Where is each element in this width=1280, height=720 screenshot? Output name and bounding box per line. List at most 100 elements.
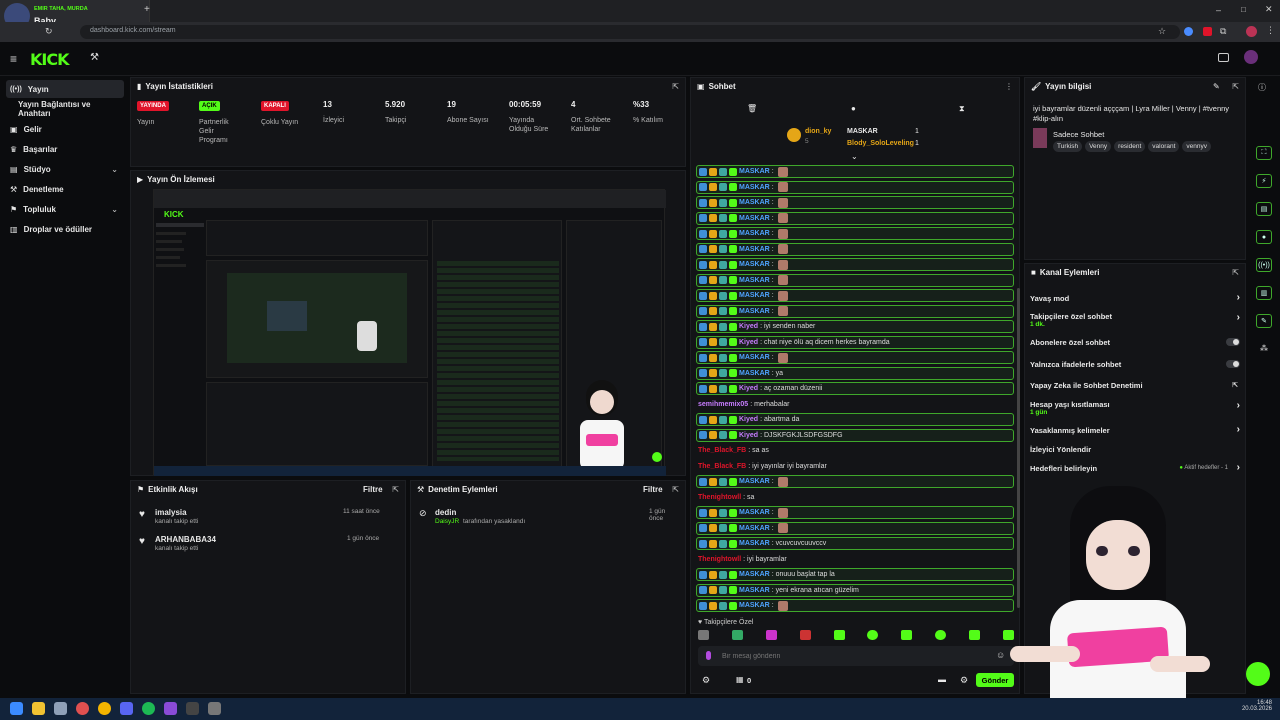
chat-message[interactable]: MASKAR: xyxy=(696,506,1014,519)
sidebar-item-achievements[interactable]: ♛ Başarılar xyxy=(6,140,124,158)
action-subscribers-only[interactable]: Abonelere özel sohbet xyxy=(1030,338,1240,347)
chat-username[interactable]: MASKAR xyxy=(739,215,770,222)
emote-icon[interactable] xyxy=(901,630,913,640)
action-emotes-only[interactable]: Yalnızca ifadelerle sohbet xyxy=(1030,360,1240,369)
chat-bubble-icon[interactable]: ▬ xyxy=(938,675,946,684)
sidebar-item-community[interactable]: ⚑ Topluluk ⌄ xyxy=(6,200,124,218)
chat-username[interactable]: Kiyed xyxy=(739,416,758,423)
chat-message[interactable]: Thenightowll: sa xyxy=(696,491,1014,504)
chat-message[interactable]: MASKAR: xyxy=(696,165,1014,178)
chat-message[interactable]: Kiyed: DJSKFGKJLSDFGSDFG xyxy=(696,428,1014,442)
chevron-down-icon[interactable]: ⌄ xyxy=(851,152,858,161)
extension-icon[interactable] xyxy=(1203,27,1212,36)
taskbar-app-icon[interactable] xyxy=(76,702,89,715)
tag[interactable]: Turkish xyxy=(1053,141,1083,152)
minimize-icon[interactable]: – xyxy=(1216,5,1221,15)
chat-message[interactable]: MASKAR: xyxy=(696,521,1014,535)
chat-bubble-icon[interactable]: ● xyxy=(851,104,856,113)
chat-username[interactable]: Kiyed xyxy=(739,339,758,346)
hamburger-icon[interactable]: ≡ xyxy=(10,52,17,66)
chat-username[interactable]: MASKAR xyxy=(739,292,770,299)
chat-username[interactable]: MASKAR xyxy=(739,509,770,516)
chat-username[interactable]: MASKAR xyxy=(739,370,770,377)
action-raid[interactable]: İzleyici Yönlendir xyxy=(1030,445,1240,454)
chat-message[interactable]: MASKAR: onuuu başlat tap la xyxy=(696,568,1014,581)
popout-icon[interactable]: ⇱ xyxy=(392,485,399,494)
chat-message[interactable]: MASKAR: xyxy=(696,258,1014,271)
chat-username[interactable]: MASKAR xyxy=(739,277,770,284)
edit-icon[interactable]: ✎ xyxy=(1213,82,1220,91)
menu-dots-icon[interactable]: ⋮ xyxy=(1266,25,1275,36)
chat-message[interactable]: MASKAR: xyxy=(696,227,1014,240)
maximize-icon[interactable]: □ xyxy=(1241,5,1246,14)
chat-message[interactable]: Thenightowll: iyi bayramlar xyxy=(696,553,1014,566)
action-followers-only[interactable]: Takipçilere özel sohbet 1 dk. › xyxy=(1030,312,1240,328)
chat-username[interactable]: MASKAR xyxy=(739,308,770,315)
action-banned-words[interactable]: Yasaklanmış kelimeler › xyxy=(1030,424,1240,435)
tag[interactable]: vennyv xyxy=(1182,141,1212,152)
chat-message[interactable]: semihmemix05: merhabalar xyxy=(696,398,1014,411)
tag[interactable]: resident xyxy=(1114,141,1146,152)
chat-message[interactable]: MASKAR: xyxy=(696,304,1014,318)
taskbar-app-icon[interactable] xyxy=(208,702,221,715)
action-goals[interactable]: Hedefleri belirleyin ● Aktif hedefler - 1… xyxy=(1030,462,1240,473)
windows-start-icon[interactable] xyxy=(10,702,23,715)
url-field[interactable]: dashboard.kick.com/stream xyxy=(80,25,1180,39)
chat-username[interactable]: Kiyed xyxy=(739,432,758,439)
filter-button[interactable]: Filtre xyxy=(363,485,383,494)
taskbar-app-icon[interactable] xyxy=(54,702,67,715)
popout-icon[interactable]: ⇱ xyxy=(1232,268,1239,277)
chat-input[interactable] xyxy=(722,650,962,662)
taskbar-app-icon[interactable] xyxy=(186,702,199,715)
chat-message[interactable]: MASKAR: xyxy=(696,599,1014,612)
send-button[interactable]: Gönder xyxy=(976,673,1014,687)
emote-icon[interactable] xyxy=(935,630,947,640)
browser-tab[interactable]: EMIR TAHA, MURDA Baby xyxy=(0,0,150,29)
discord-icon[interactable] xyxy=(120,702,133,715)
kick-logo[interactable]: KICK xyxy=(30,50,69,69)
gear-icon[interactable]: ⚙ xyxy=(960,675,968,686)
file-explorer-icon[interactable] xyxy=(32,702,45,715)
chat-username[interactable]: MASKAR xyxy=(739,540,770,547)
chat-message[interactable]: Kiyed: aç ozaman düzenii xyxy=(696,382,1014,395)
emote-icon[interactable] xyxy=(799,630,811,640)
chat-username[interactable]: MASKAR xyxy=(739,587,770,594)
rail-chat-icon[interactable]: ● xyxy=(1256,230,1272,244)
chat-message[interactable]: Kiyed: abartma da xyxy=(696,413,1014,426)
chat-message[interactable]: The_Black_FB: iyi yayınlar iyi bayramlar xyxy=(696,460,1014,473)
emoji-icon[interactable]: ☺ xyxy=(996,650,1005,660)
rail-share-icon[interactable]: ⁂ xyxy=(1260,344,1268,353)
extension-icon[interactable] xyxy=(1184,27,1193,36)
emote-icon[interactable] xyxy=(969,630,980,640)
chat-username[interactable]: MASKAR xyxy=(739,571,770,578)
chat-message[interactable]: The_Black_FB: sa as xyxy=(696,444,1014,457)
chat-username[interactable]: MASKAR xyxy=(739,478,770,485)
chat-username[interactable]: MASKAR xyxy=(739,261,770,268)
chat-username[interactable]: The_Black_FB xyxy=(698,447,746,454)
chat-message[interactable]: MASKAR: xyxy=(696,180,1014,194)
popout-icon[interactable]: ⇱ xyxy=(672,485,679,494)
menu-dots-icon[interactable]: ⋮ xyxy=(1005,82,1013,91)
chat-username[interactable]: MASKAR xyxy=(739,602,770,609)
tag[interactable]: valorant xyxy=(1148,141,1180,152)
action-ai-moderation[interactable]: Yapay Zeka ile Sohbet Denetimi ⇱ xyxy=(1030,381,1240,390)
rail-scan-icon[interactable]: ⛶ xyxy=(1256,146,1272,160)
sidebar-item-stream-key[interactable]: Yayın Bağlantısı ve Anahtarı xyxy=(6,100,124,118)
tag[interactable]: Venny xyxy=(1085,141,1112,152)
emote-icon[interactable] xyxy=(698,630,709,640)
floating-chat-button[interactable] xyxy=(1246,662,1270,686)
layout-icon[interactable] xyxy=(1218,53,1229,62)
reload-icon[interactable]: ↻ xyxy=(45,26,53,37)
chat-message[interactable]: MASKAR: xyxy=(696,289,1014,302)
sidebar-item-studio[interactable]: ▤ Stüdyo ⌄ xyxy=(6,160,124,178)
toggle-switch[interactable] xyxy=(1226,360,1240,368)
chat-username[interactable]: Kiyed xyxy=(739,385,758,392)
action-account-age[interactable]: Hesap yaşı kısıtlaması 1 gün › xyxy=(1030,400,1240,416)
taskbar-app-icon[interactable] xyxy=(164,702,177,715)
info-icon[interactable]: ⓘ xyxy=(1258,82,1266,93)
chat-username[interactable]: MASKAR xyxy=(739,354,770,361)
rail-flash-icon[interactable]: ⚡ xyxy=(1256,174,1272,188)
filter-button[interactable]: Filtre xyxy=(643,485,663,494)
taskbar-clock[interactable]: 16:48 20.03.2026 xyxy=(1234,700,1272,712)
chat-message[interactable]: MASKAR: xyxy=(696,211,1014,225)
